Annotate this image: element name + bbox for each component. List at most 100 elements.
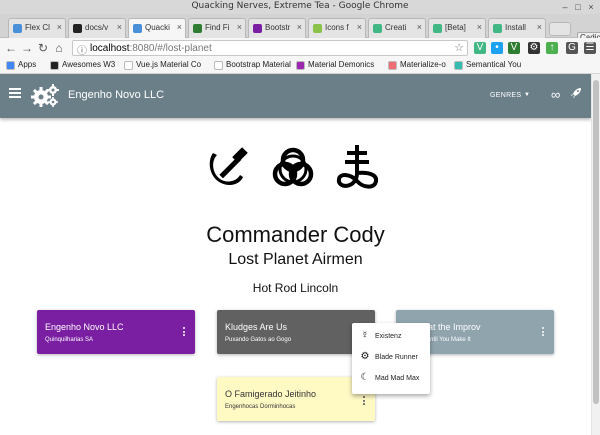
tab-favicon-icon bbox=[313, 24, 322, 33]
tab-strip: Flex Cl × docs/v × Quacki × Find Fi × Bootst… bbox=[0, 14, 600, 43]
menu-item-existenz[interactable]: ☿ Existenz bbox=[352, 327, 430, 347]
browser-tab[interactable]: Flex Cl × bbox=[8, 18, 66, 38]
bookmark-favicon-icon bbox=[50, 61, 59, 70]
rocket-icon[interactable] bbox=[570, 87, 582, 99]
artist-name: Commander Cody bbox=[206, 222, 385, 247]
bookmark-favicon-icon bbox=[388, 61, 397, 70]
card-title: Engenho Novo LLC bbox=[45, 322, 124, 332]
browser-toolbar: ← → ↻ ⌂ ⓘ localhost:8080/#/lost-planet ☆… bbox=[0, 38, 600, 58]
bookmark-item[interactable]: Awesomes W3 bbox=[50, 60, 115, 70]
new-tab-button[interactable] bbox=[549, 22, 571, 36]
url-text: localhost:8080/#/lost-planet bbox=[90, 43, 212, 54]
gears-logo-icon bbox=[31, 84, 59, 107]
bookmark-favicon-icon bbox=[454, 61, 463, 70]
reload-icon[interactable]: ↻ bbox=[36, 41, 50, 55]
company-card[interactable]: Engenho Novo LLC Quinquilharias SA bbox=[37, 310, 195, 354]
browser-tab-active[interactable]: Quacki × bbox=[128, 18, 186, 39]
menu-item-blade-runner[interactable]: ⚙ Blade Runner bbox=[352, 348, 430, 368]
caret-down-icon[interactable]: ▼ bbox=[524, 92, 530, 98]
card-options-menu: ☿ Existenz ⚙ Blade Runner ☾ Mad Mad Max bbox=[352, 323, 430, 394]
tab-close-icon[interactable]: × bbox=[57, 22, 62, 32]
bookmark-favicon-icon bbox=[214, 61, 223, 70]
tab-close-icon[interactable]: × bbox=[177, 22, 182, 32]
maximize-icon[interactable]: □ bbox=[573, 2, 583, 12]
genres-dropdown[interactable]: GENRES bbox=[490, 92, 521, 99]
menu-item-label: Mad Mad Max bbox=[375, 375, 420, 382]
menu-item-mad-mad-max[interactable]: ☾ Mad Mad Max bbox=[352, 369, 430, 389]
bookmark-favicon-icon bbox=[296, 61, 305, 70]
moon-icon: ☾ bbox=[360, 372, 370, 383]
vue-extension-icon[interactable]: V bbox=[508, 42, 520, 54]
g-extension-icon[interactable]: G bbox=[566, 42, 578, 54]
close-window-icon[interactable]: × bbox=[586, 2, 596, 12]
card-title: Kludges Are Us bbox=[225, 322, 288, 332]
hammer-sickle-icon bbox=[209, 147, 248, 186]
browser-tab[interactable]: Creati × bbox=[368, 18, 426, 38]
tab-favicon-icon bbox=[193, 24, 202, 33]
tab-close-icon[interactable]: × bbox=[537, 22, 542, 32]
browser-tab[interactable]: Bootstr × bbox=[248, 18, 306, 38]
window-titlebar: Quacking Nerves, Extreme Tea - Google Ch… bbox=[0, 0, 600, 14]
card-subtitle: Puxando Gatos ao Gogo bbox=[225, 337, 292, 343]
leviathan-cross-icon bbox=[336, 145, 379, 189]
card-subtitle: ntil You Make It bbox=[430, 337, 471, 343]
card-subtitle: Engenhocas Dorminhocas bbox=[225, 404, 296, 410]
browser-tab[interactable]: Find Fi × bbox=[188, 18, 246, 38]
bookmark-item[interactable]: Materialize-o bbox=[388, 60, 446, 70]
browser-tab[interactable]: [Beta] × bbox=[428, 18, 486, 38]
page-scrollbar-thumb[interactable] bbox=[593, 80, 599, 404]
tab-close-icon[interactable]: × bbox=[297, 22, 302, 32]
bookmarks-bar: Apps Awesomes W3 Vue.js Material Co Boot… bbox=[0, 58, 600, 74]
browser-tab[interactable]: docs/v × bbox=[68, 18, 126, 38]
bookmark-item[interactable]: Vue.js Material Co bbox=[124, 60, 201, 70]
tab-close-icon[interactable]: × bbox=[117, 22, 122, 32]
address-bar[interactable]: ⓘ localhost:8080/#/lost-planet ☆ bbox=[72, 40, 468, 57]
app-toolbar: Engenho Novo LLC GENRES ▼ ∞ bbox=[0, 74, 591, 118]
card-title: O Famigerado Jeitinho bbox=[225, 389, 317, 399]
more-vert-icon[interactable] bbox=[183, 327, 186, 338]
hamburger-menu-icon[interactable] bbox=[9, 88, 21, 100]
song-title: Hot Rod Lincoln bbox=[252, 281, 339, 295]
bookmark-apps[interactable]: Apps bbox=[6, 60, 36, 70]
minimize-icon[interactable]: – bbox=[560, 2, 570, 12]
vue-devtools-icon[interactable]: V bbox=[474, 42, 486, 54]
browser-tab[interactable]: Install × bbox=[488, 18, 546, 38]
card-subtitle: Quinquilharias SA bbox=[45, 337, 94, 343]
tab-close-icon[interactable]: × bbox=[237, 22, 242, 32]
bookmark-item[interactable]: Material Demonics bbox=[296, 60, 374, 70]
tab-close-icon[interactable]: × bbox=[477, 22, 482, 32]
tab-favicon-icon bbox=[133, 24, 142, 33]
more-vert-icon[interactable] bbox=[542, 327, 545, 338]
browser-tab[interactable]: Icons f × bbox=[308, 18, 366, 38]
mercury-icon: ☿ bbox=[361, 330, 369, 341]
brand-title[interactable]: Engenho Novo LLC bbox=[68, 89, 164, 101]
info-icon[interactable]: ⓘ bbox=[77, 42, 87, 57]
symbol-row bbox=[209, 145, 379, 189]
tab-close-icon[interactable]: × bbox=[417, 22, 422, 32]
bookmark-item[interactable]: Semantical You bbox=[454, 60, 521, 70]
window-title: Quacking Nerves, Extreme Tea - Google Ch… bbox=[191, 1, 409, 11]
twitter-icon[interactable]: • bbox=[491, 42, 503, 54]
bookmark-star-icon[interactable]: ☆ bbox=[454, 41, 464, 54]
more-vert-icon[interactable] bbox=[363, 396, 366, 407]
menu-item-label: Blade Runner bbox=[375, 354, 418, 361]
gear-extension-icon[interactable]: ⚙ bbox=[528, 42, 540, 54]
tab-favicon-icon bbox=[433, 24, 442, 33]
chrome-menu-icon[interactable]: ☰ bbox=[584, 42, 596, 54]
apps-grid-icon bbox=[6, 61, 15, 70]
bookmark-favicon-icon bbox=[124, 61, 133, 70]
home-icon[interactable]: ⌂ bbox=[52, 41, 66, 55]
tab-close-icon[interactable]: × bbox=[357, 22, 362, 32]
forward-arrow-icon[interactable]: → bbox=[20, 41, 34, 55]
gear-icon: ⚙ bbox=[360, 351, 370, 362]
card-title: at the Improv bbox=[428, 322, 481, 332]
album-title: Lost Planet Airmen bbox=[228, 251, 363, 268]
tab-favicon-icon bbox=[253, 24, 262, 33]
tab-favicon-icon bbox=[73, 24, 82, 33]
back-arrow-icon[interactable]: ← bbox=[4, 41, 18, 55]
update-extension-icon[interactable]: ↑ bbox=[546, 42, 558, 54]
tab-favicon-icon bbox=[13, 24, 22, 33]
bookmark-item[interactable]: Bootstrap Material bbox=[214, 60, 291, 70]
infinity-icon[interactable]: ∞ bbox=[551, 87, 560, 102]
biohazard-icon bbox=[272, 147, 314, 187]
